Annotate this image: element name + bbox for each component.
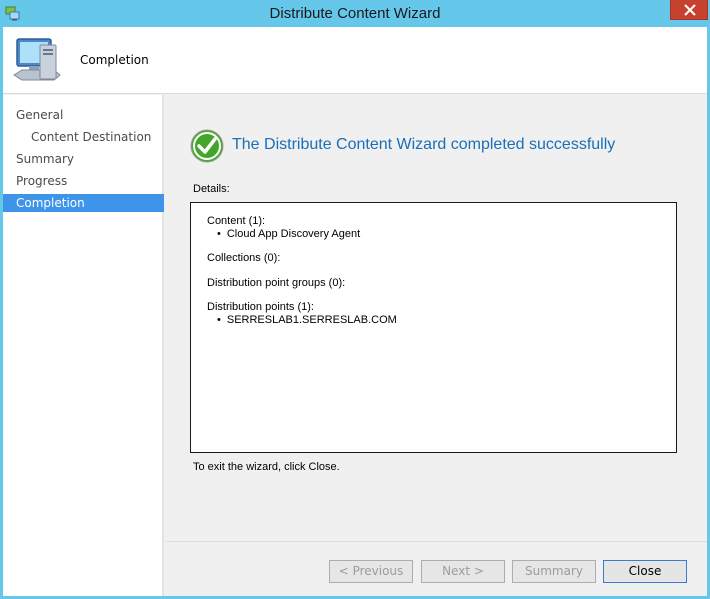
collections-heading: Collections (0): [207,252,281,264]
dp-heading: Distribution points (1): [207,301,314,313]
nav-item-general[interactable]: General [3,106,164,124]
title-bar[interactable]: Distribute Content Wizard [0,0,710,27]
nav-item-progress[interactable]: Progress [3,172,164,190]
details-box[interactable]: Content (1): Cloud App Discovery Agent C… [190,202,677,453]
wizard-window: Distribute Content Wizard Completion Gen… [0,0,710,599]
window-title: Distribute Content Wizard [269,5,441,22]
close-button[interactable]: Close [603,560,687,583]
nav-item-summary[interactable]: Summary [3,150,164,168]
wizard-nav: General Content Destination Summary Prog… [3,95,164,596]
window-close-button[interactable] [670,0,708,20]
exit-instruction: To exit the wizard, click Close. [193,461,340,473]
dp-item: SERRESLAB1.SERRESLAB.COM [207,314,676,327]
computer-icon [13,38,61,81]
close-icon [684,4,696,16]
success-check-icon [190,129,224,163]
wizard-header: Completion [3,27,707,94]
nav-item-completion[interactable]: Completion [3,194,164,212]
dp-groups-heading: Distribution point groups (0): [207,276,346,289]
content-item: Cloud App Discovery Agent [207,228,676,241]
summary-button[interactable]: Summary [512,560,596,583]
next-button[interactable]: Next > [421,560,505,583]
page-title: Completion [80,53,149,67]
previous-button[interactable]: < Previous [329,560,413,583]
wizard-content: The Distribute Content Wizard completed … [166,95,707,596]
nav-item-content-destination[interactable]: Content Destination [3,128,164,146]
details-label: Details: [193,183,230,195]
content-heading: Content (1): [207,215,266,227]
dp-section: Distribution points (1): SERRESLAB1.SERR… [207,301,676,326]
dp-groups-section: Distribution point groups (0): [207,277,676,290]
content-section: Content (1): Cloud App Discovery Agent [207,215,676,240]
success-message: The Distribute Content Wizard completed … [232,136,616,153]
footer-divider [166,541,707,542]
wizard-client-area: Completion General Content Destination S… [3,27,707,596]
collections-section: Collections (0): [207,252,676,265]
